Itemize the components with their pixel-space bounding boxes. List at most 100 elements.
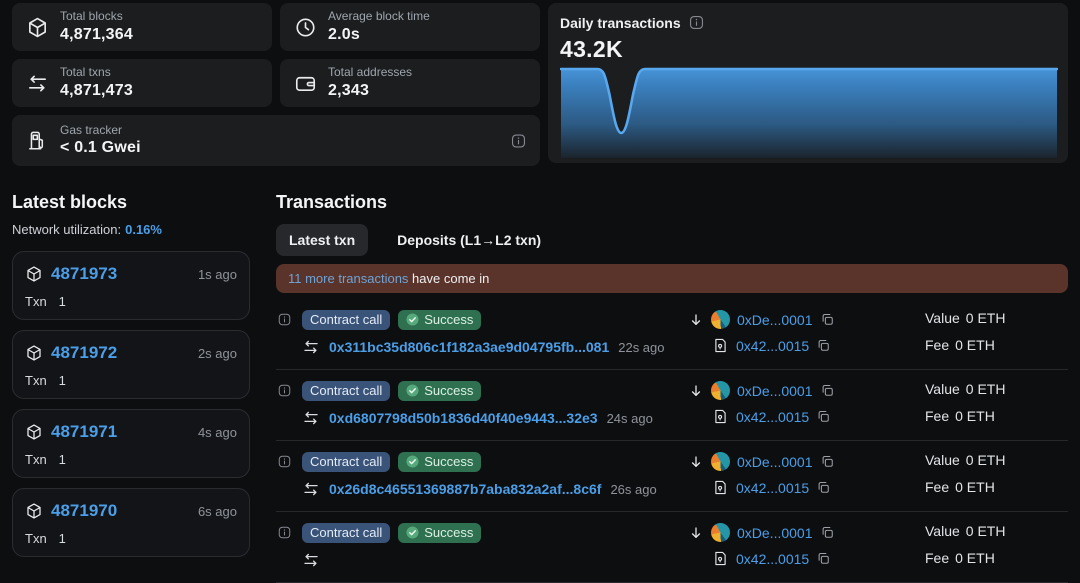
txn-hash-link[interactable]: 0x26d8c46551369887b7aba832a2af...8c6f — [329, 481, 601, 497]
transaction-row: Contract call Success 0xd6807798d50b1836… — [276, 370, 1068, 441]
txn-fee: Fee0 ETH — [925, 337, 1068, 353]
check-circle-icon — [406, 526, 419, 539]
block-txn-count[interactable]: 1 — [59, 294, 66, 309]
block-txn-count[interactable]: 1 — [59, 452, 66, 467]
block-number-link[interactable]: 4871973 — [51, 264, 117, 284]
to-address-link[interactable]: 0x42...0015 — [736, 409, 809, 425]
to-address-link[interactable]: 0x42...0015 — [736, 551, 809, 567]
info-icon[interactable] — [510, 132, 527, 149]
blocks-list: 4871973 1s ago Txn 1 4871972 2s — [12, 251, 250, 557]
txn-hash-link[interactable]: 0xd6807798d50b1836d40f40e9443...32e3 — [329, 410, 598, 426]
txn-type-badge: Contract call — [302, 381, 390, 401]
block-age: 4s ago — [198, 425, 237, 440]
copy-icon[interactable] — [816, 338, 831, 353]
txn-age: 26s ago — [610, 482, 656, 497]
block-txn-count[interactable]: 1 — [59, 531, 66, 546]
transactions-section: Transactions Latest txn Deposits (L1→L2 … — [276, 192, 1068, 583]
chart-title: Daily transactions — [560, 15, 681, 31]
gas-tracker-value: < 0.1 Gwei — [60, 138, 141, 158]
block-txn-label: Txn — [25, 373, 47, 388]
cube-icon — [26, 16, 49, 39]
more-transactions-link[interactable]: 11 more transactions — [288, 271, 408, 286]
new-transactions-alert: 11 more transactions have come in — [276, 264, 1068, 293]
transaction-row: Contract call Success — [276, 512, 1068, 583]
from-address-link[interactable]: 0xDe...0001 — [737, 312, 813, 328]
block-txn-label: Txn — [25, 531, 47, 546]
down-arrow-icon — [688, 454, 704, 470]
transactions-title: Transactions — [276, 192, 1068, 213]
dashboard-page: Total blocks 4,871,364 Average block tim… — [0, 0, 1080, 527]
copy-icon[interactable] — [816, 551, 831, 566]
to-address-link[interactable]: 0x42...0015 — [736, 338, 809, 354]
txn-value: Value0 ETH — [925, 452, 1068, 468]
contract-icon — [712, 550, 729, 567]
block-txn-count[interactable]: 1 — [59, 373, 66, 388]
copy-icon[interactable] — [820, 312, 835, 327]
network-utilization: Network utilization:0.16% — [12, 222, 250, 237]
check-circle-icon — [406, 455, 419, 468]
txn-value: Value0 ETH — [925, 310, 1068, 326]
txn-status-badge: Success — [398, 523, 481, 543]
txn-fee: Fee0 ETH — [925, 408, 1068, 424]
block-card[interactable]: 4871971 4s ago Txn 1 — [12, 409, 250, 478]
stat-label: Total blocks — [60, 9, 133, 25]
txn-hash-link[interactable]: 0x311bc35d806c1f182a3ae9d04795fb...081 — [329, 339, 609, 355]
clock-icon — [294, 16, 317, 39]
copy-icon[interactable] — [816, 409, 831, 424]
txn-value: Value0 ETH — [925, 381, 1068, 397]
stat-card-average-block-time: Average block time 2.0s — [280, 3, 540, 51]
stat-label: Total addresses — [328, 65, 412, 81]
stat-value: 4,871,473 — [60, 81, 133, 101]
stat-card-total-blocks: Total blocks 4,871,364 — [12, 3, 272, 51]
gas-tracker-label: Gas tracker — [60, 123, 141, 139]
transactions-tabs: Latest txn Deposits (L1→L2 txn) — [276, 224, 1068, 256]
contract-icon — [712, 337, 729, 354]
txn-status-badge: Success — [398, 310, 481, 330]
txn-fee: Fee0 ETH — [925, 550, 1068, 566]
copy-icon[interactable] — [820, 454, 835, 469]
block-card[interactable]: 4871970 6s ago Txn 1 — [12, 488, 250, 557]
cube-icon — [25, 265, 43, 283]
block-age: 6s ago — [198, 504, 237, 519]
cube-icon — [25, 344, 43, 362]
block-number-link[interactable]: 4871970 — [51, 501, 117, 521]
transfer-arrows-icon — [302, 551, 320, 569]
to-address-link[interactable]: 0x42...0015 — [736, 480, 809, 496]
block-card[interactable]: 4871973 1s ago Txn 1 — [12, 251, 250, 320]
contract-icon — [712, 479, 729, 496]
stat-label: Total txns — [60, 65, 133, 81]
block-card[interactable]: 4871972 2s ago Txn 1 — [12, 330, 250, 399]
copy-icon[interactable] — [820, 525, 835, 540]
stat-label: Average block time — [328, 9, 430, 25]
info-icon[interactable] — [276, 381, 293, 398]
stats-left-column: Total blocks 4,871,364 Average block tim… — [12, 3, 540, 166]
stats-section: Total blocks 4,871,364 Average block tim… — [12, 3, 1068, 166]
block-number-link[interactable]: 4871971 — [51, 422, 117, 442]
stat-value: 4,871,364 — [60, 25, 133, 45]
latest-blocks-title: Latest blocks — [12, 192, 250, 213]
txn-fee: Fee0 ETH — [925, 479, 1068, 495]
info-icon[interactable] — [276, 452, 293, 469]
address-avatar — [711, 523, 730, 542]
copy-icon[interactable] — [820, 383, 835, 398]
tab[interactable]: Latest txn — [276, 224, 368, 256]
txn-status-badge: Success — [398, 452, 481, 472]
stat-card-total-addresses: Total addresses 2,343 — [280, 59, 540, 107]
transfer-arrows-icon — [302, 338, 320, 356]
copy-icon[interactable] — [816, 480, 831, 495]
address-avatar — [711, 310, 730, 329]
gas-tracker-card[interactable]: Gas tracker < 0.1 Gwei — [12, 115, 540, 166]
down-arrow-icon — [688, 312, 704, 328]
info-icon[interactable] — [276, 310, 293, 327]
info-icon[interactable] — [688, 14, 705, 31]
from-address-link[interactable]: 0xDe...0001 — [737, 383, 813, 399]
block-number-link[interactable]: 4871972 — [51, 343, 117, 363]
down-arrow-icon — [688, 383, 704, 399]
check-circle-icon — [406, 384, 419, 397]
cube-icon — [25, 423, 43, 441]
from-address-link[interactable]: 0xDe...0001 — [737, 454, 813, 470]
tab[interactable]: Deposits (L1→L2 txn) — [384, 224, 554, 256]
info-icon[interactable] — [276, 523, 293, 540]
transfer-arrows-icon — [302, 480, 320, 498]
daily-transactions-chart[interactable] — [560, 66, 1058, 158]
